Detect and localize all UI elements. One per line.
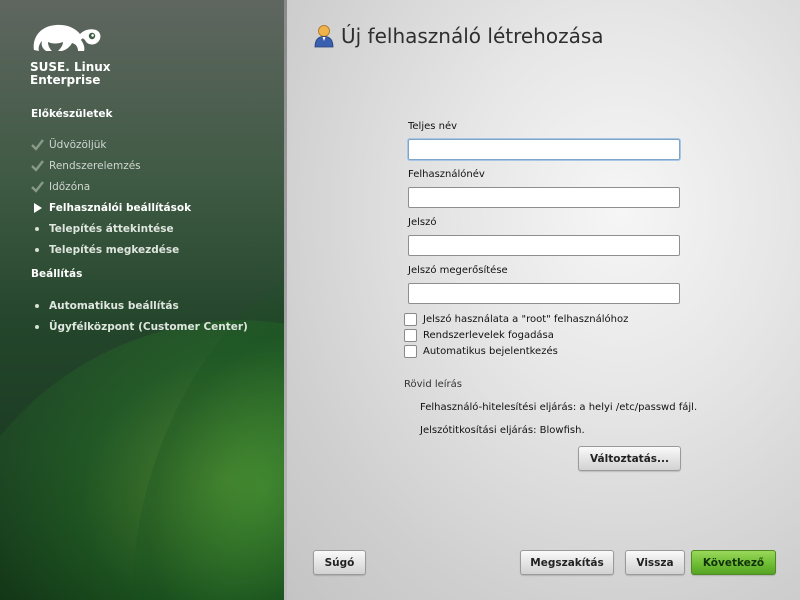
check-icon xyxy=(30,138,44,152)
main-panel: Új felhasználó létrehozása Teljes név Fe… xyxy=(287,0,800,600)
autologin-checkbox-label[interactable]: Automatikus bejelentkezés xyxy=(423,346,558,357)
step-label: Ügyfélközpont (Customer Center) xyxy=(49,321,248,333)
bullet-icon xyxy=(30,222,44,236)
auth-method-text: Felhasználó-hitelesítési eljárás: a hely… xyxy=(420,402,698,413)
section-title-config: Beállítás xyxy=(31,268,83,280)
page-title: Új felhasználó létrehozása xyxy=(341,24,604,48)
step-label: Felhasználói beállítások xyxy=(49,202,192,214)
suse-logo xyxy=(30,20,102,56)
step-install-overview: Telepítés áttekintése xyxy=(30,221,174,237)
username-label: Felhasználónév xyxy=(408,169,485,180)
section-title-prep: Előkészületek xyxy=(31,108,113,120)
next-button[interactable]: Következő xyxy=(691,550,776,575)
back-button[interactable]: Vissza xyxy=(625,550,685,575)
step-label: Üdvözöljük xyxy=(49,139,107,151)
full-name-label: Teljes név xyxy=(408,121,458,132)
step-user-settings: Felhasználói beállítások xyxy=(30,200,191,216)
step-auto-config: Automatikus beállítás xyxy=(30,298,179,314)
bullet-icon xyxy=(30,299,44,313)
system-mail-checkbox-row[interactable]: Rendszerlevelek fogadása xyxy=(404,329,554,342)
user-icon xyxy=(314,24,334,48)
arrow-right-icon xyxy=(30,201,44,215)
encryption-method-text: Jelszótitkosítási eljárás: Blowfish. xyxy=(420,425,585,436)
autologin-checkbox[interactable] xyxy=(404,345,417,358)
root-password-checkbox[interactable] xyxy=(404,313,417,326)
step-install-start: Telepítés megkezdése xyxy=(30,242,179,258)
page-header: Új felhasználó létrehozása xyxy=(314,24,604,48)
system-mail-checkbox-label[interactable]: Rendszerlevelek fogadása xyxy=(423,330,554,341)
brand-line-2: Enterprise xyxy=(30,73,101,87)
full-name-field[interactable] xyxy=(408,139,680,160)
check-icon xyxy=(30,180,44,194)
autologin-checkbox-row[interactable]: Automatikus bejelentkezés xyxy=(404,345,558,358)
username-field[interactable] xyxy=(408,187,680,208)
confirm-password-label: Jelszó megerősítése xyxy=(408,265,508,276)
check-icon xyxy=(30,159,44,173)
step-customer-center: Ügyfélközpont (Customer Center) xyxy=(30,319,248,335)
step-timezone: Időzóna xyxy=(30,179,90,195)
step-label: Telepítés áttekintése xyxy=(49,223,174,235)
confirm-password-field[interactable] xyxy=(408,283,680,304)
bullet-icon xyxy=(30,320,44,334)
summary-title: Rövid leírás xyxy=(404,379,462,390)
step-label: Automatikus beállítás xyxy=(49,300,179,312)
step-system-analysis: Rendszerelemzés xyxy=(30,158,141,174)
root-password-checkbox-label[interactable]: Jelszó használata a "root" felhasználóho… xyxy=(423,314,628,325)
abort-button[interactable]: Megszakítás xyxy=(520,550,614,575)
password-field[interactable] xyxy=(408,235,680,256)
step-welcome: Üdvözöljük xyxy=(30,137,107,153)
bullet-icon xyxy=(30,243,44,257)
brand-name: SUSE. Linux Enterprise xyxy=(30,61,111,87)
change-button[interactable]: Változtatás... xyxy=(578,446,681,471)
sidebar: SUSE. Linux Enterprise Előkészületek Üdv… xyxy=(0,0,287,600)
password-label: Jelszó xyxy=(408,217,437,228)
help-button[interactable]: Súgó xyxy=(313,550,366,575)
step-label: Rendszerelemzés xyxy=(49,160,141,172)
system-mail-checkbox[interactable] xyxy=(404,329,417,342)
step-label: Telepítés megkezdése xyxy=(49,244,180,256)
root-password-checkbox-row[interactable]: Jelszó használata a "root" felhasználóho… xyxy=(404,313,628,326)
step-label: Időzóna xyxy=(49,181,91,193)
